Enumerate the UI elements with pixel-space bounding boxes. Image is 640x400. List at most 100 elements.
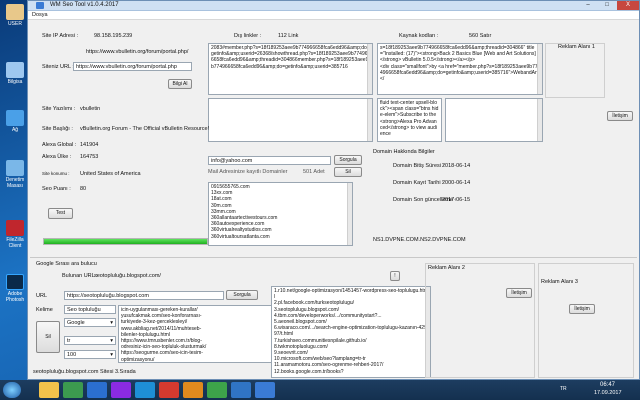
opera-icon[interactable] xyxy=(159,382,179,398)
email-input[interactable]: info@yahoo.com xyxy=(208,156,331,165)
url-display: https://www.vbulletin.org/forum/portal.p… xyxy=(86,49,189,55)
mail-domains-label: Mail Adresinize kayıtlı Domainler xyxy=(208,169,288,175)
iletisim-button[interactable]: İletişim xyxy=(607,111,633,121)
alexa-ulke-value: 164753 xyxy=(80,154,99,160)
scrollbar[interactable] xyxy=(537,44,542,94)
links-textbox[interactable]: 2083#member.php?s=18f189253aee9b77496665… xyxy=(208,43,373,95)
source-code-textbox[interactable]: s=18f189253aee9b774966658fca6edd96&amp;t… xyxy=(377,43,543,95)
site-url-input[interactable]: https://www.vbulletin.org/forum/portal.p… xyxy=(73,62,192,71)
filezilla-icon xyxy=(6,220,24,236)
app-icon xyxy=(36,2,44,9)
browser-icon[interactable] xyxy=(135,382,155,398)
sorgula-button[interactable]: Sorgula xyxy=(226,290,258,300)
language-select[interactable]: tr ▾ xyxy=(64,336,116,345)
status-text: seotopluluğu.blogspot.com Sitesi 3.Sırad… xyxy=(33,369,136,375)
dis-linkler-label: Dış linkler : xyxy=(234,33,262,39)
desktop-icon-label: Ağ xyxy=(11,127,19,133)
scrollbar[interactable] xyxy=(537,99,542,141)
chevron-down-icon: ▾ xyxy=(110,338,113,344)
sil-button-top[interactable]: Sil xyxy=(334,167,362,177)
maximize-button[interactable]: □ xyxy=(598,1,616,10)
window-title: WM Seo Tool v1.0.4.2017 xyxy=(50,2,119,8)
source-text: s=18f189253aee9b774966658fca6edd96&amp;t… xyxy=(380,45,539,83)
media-icon[interactable] xyxy=(87,382,107,398)
domain-list[interactable]: 0915655765.com 13xx.com 18at.com 30m.com 33m… xyxy=(208,182,353,246)
photoshop-icon xyxy=(6,274,24,290)
result-count-select[interactable]: 100 ▾ xyxy=(64,350,116,359)
extra-textbox[interactable] xyxy=(445,98,543,142)
iletisim-button-2[interactable]: İletişim xyxy=(506,288,532,298)
kaynak-kodlari-label: Kaynak kodları : xyxy=(399,33,439,39)
keyword-input[interactable]: Seo topluluğu xyxy=(64,305,116,314)
desktop-icon-photoshop[interactable]: Adobe Photosh xyxy=(2,274,28,303)
url-input[interactable]: https://seotopluluğu.blogspot.com xyxy=(64,291,224,300)
desktop-icon-network[interactable]: Ağ xyxy=(2,110,28,133)
scrollbar[interactable] xyxy=(367,99,372,141)
ad-area-3: Reklam Alanı 3 İletişim xyxy=(538,263,634,378)
iletisim-button-3[interactable]: İletişim xyxy=(569,304,595,314)
result-count-value: 100 xyxy=(67,352,77,358)
site-yazilimi-value: vbulletin xyxy=(80,106,101,112)
seo-progress-fill xyxy=(44,239,207,244)
app-taskbar-icon[interactable] xyxy=(255,382,275,398)
nameservers: NS1.DVPNE.COM.NS2.DVPNE.COM xyxy=(373,237,466,243)
sil-button[interactable]: Sil xyxy=(36,321,60,353)
kelime-label: Kelime xyxy=(36,307,53,313)
seo-puani-value: 80 xyxy=(80,186,87,192)
scrollbar[interactable] xyxy=(367,44,372,94)
meta-text: fluid text-center upsell-block"><span cl… xyxy=(380,100,439,138)
clock-date[interactable]: 17.09.2017 xyxy=(594,390,622,396)
desktop-icon-filezilla[interactable]: FileZilla Client xyxy=(2,220,28,249)
alexa-global-value: 141904 xyxy=(80,142,99,148)
ad-area-1: Reklam Alanı 1 xyxy=(545,43,605,98)
ad-area-3-label: Reklam Alanı 3 xyxy=(541,279,578,285)
menu-dosya[interactable]: Dosya xyxy=(32,12,48,18)
close-button[interactable]: X xyxy=(617,1,639,10)
rankings-textbox[interactable]: 1.r10.net/google-optimizasyon/1451457-wo… xyxy=(271,286,431,378)
app-window: WM Seo Tool v1.0.4.2017 – □ X Dosya Site… xyxy=(27,0,640,380)
domain-info-title: Domain Hakkında Bilgiler xyxy=(373,149,435,155)
rankings-text: 1.r10.net/google-optimizasyon/1451457-wo… xyxy=(274,288,428,375)
desktop-icon-user[interactable]: USER xyxy=(2,4,28,27)
keywords-textbox[interactable] xyxy=(208,98,373,142)
minimize-button[interactable]: – xyxy=(579,1,597,10)
chrome-icon[interactable] xyxy=(207,382,227,398)
site-basligi-label: Site Başlığı : xyxy=(42,126,73,132)
links-text: 2083#member.php?s=18f189253aee9b77496665… xyxy=(211,45,370,70)
site-ip-label: Site IP Adresi : xyxy=(42,33,78,39)
sorgula-button-top[interactable]: Sorgula xyxy=(334,155,362,165)
site-konumu-label: Site konumu : xyxy=(42,171,70,176)
domain-kayit-label: Domain Kayıt Tarihi : xyxy=(393,180,444,186)
bilgi-al-button[interactable]: Bilgi Al xyxy=(168,79,192,89)
meta-textbox[interactable]: fluid text-center upsell-block"><span cl… xyxy=(377,98,442,142)
siteniz-url-label: Siteniz URL : xyxy=(42,64,74,70)
desktop-icon-control-panel[interactable]: Denetim Masası xyxy=(2,160,28,189)
firefox-icon[interactable] xyxy=(183,382,203,398)
results-textbox[interactable]: icin-uygulanması-gereken-kurallar/ yusuf… xyxy=(118,305,288,363)
menu-bar: Dosya xyxy=(28,11,639,20)
desktop-icon-computer[interactable]: Bilgisa xyxy=(2,62,28,85)
taskbar: TR 06:47 17.09.2017 xyxy=(0,380,640,400)
test-button[interactable]: Test xyxy=(48,208,73,219)
seo-tool-taskbar-icon[interactable] xyxy=(231,382,251,398)
file-explorer-icon[interactable] xyxy=(39,382,59,398)
start-button[interactable] xyxy=(3,382,21,398)
mail-domains-count: 501 Adet xyxy=(303,169,325,175)
desktop-icon-label: Adobe Photosh xyxy=(5,291,25,303)
domain-list-item[interactable]: 360virtualtoursatlanta.com xyxy=(211,234,350,240)
app-icon[interactable] xyxy=(111,382,131,398)
search-engine-select[interactable]: Google ▾ xyxy=(64,318,116,327)
title-bar: WM Seo Tool v1.0.4.2017 – □ X xyxy=(28,1,639,11)
scrollbar[interactable] xyxy=(347,183,352,245)
info-button[interactable]: ! xyxy=(390,271,400,281)
store-icon[interactable] xyxy=(63,382,83,398)
folder-icon xyxy=(6,4,24,20)
ad-area-2: Reklam Alanı 2 İletişim xyxy=(425,263,535,378)
desktop-icon-label: FileZilla Client xyxy=(6,237,24,249)
control-panel-icon xyxy=(6,160,24,176)
desktop-icon-label: Denetim Masası xyxy=(5,177,25,189)
language-value: tr xyxy=(67,338,71,344)
language-indicator[interactable]: TR xyxy=(560,386,567,392)
site-konumu-value: United States of America xyxy=(80,171,141,177)
clock-time[interactable]: 06:47 xyxy=(600,382,615,388)
